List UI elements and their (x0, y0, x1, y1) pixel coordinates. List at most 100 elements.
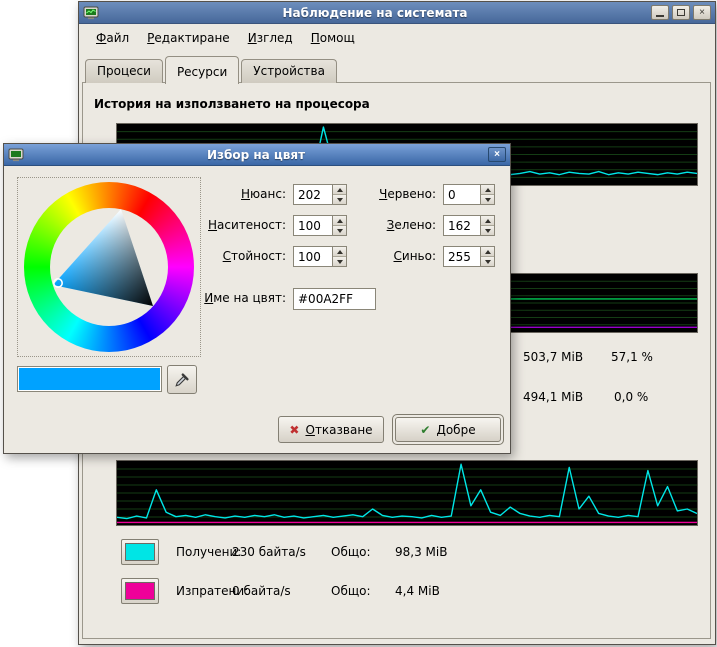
blue-spin-arrows[interactable] (480, 247, 494, 266)
dialog-titlebar[interactable]: Избор на цвят × (4, 144, 510, 166)
saturation-spinner[interactable]: 100 (293, 215, 347, 236)
spin-down-icon[interactable] (333, 226, 346, 235)
color-name-input[interactable] (293, 288, 376, 310)
spin-down-icon[interactable] (333, 195, 346, 204)
saturation-value: 100 (294, 216, 332, 235)
cancel-x-icon: ✖ (289, 424, 299, 436)
spin-up-icon[interactable] (481, 216, 494, 226)
saturation-value-triangle[interactable] (24, 182, 194, 352)
value-spin-arrows[interactable] (332, 247, 346, 266)
menu-edit[interactable]: Редактиране (138, 27, 239, 49)
tab-bar: Процеси Ресурси Устройства (85, 54, 339, 83)
tab-processes[interactable]: Процеси (85, 59, 163, 83)
received-rate: 230 байта/s (232, 539, 306, 565)
ok-button[interactable]: ✔ Добре (395, 417, 501, 442)
swap-amount: 494,1 MiB (523, 390, 583, 404)
green-spinner[interactable]: 162 (443, 215, 495, 236)
close-icon: × (699, 8, 705, 18)
dialog-icon (8, 147, 24, 163)
sent-total: 4,4 MiB (395, 578, 440, 604)
color-wheel-area[interactable] (17, 177, 201, 357)
maximize-icon (677, 9, 685, 16)
network-received-row: Получени: 230 байта/s Общо: 98,3 MiB (79, 539, 715, 565)
received-color-swatch (125, 543, 155, 561)
green-value: 162 (444, 216, 480, 235)
spin-up-icon[interactable] (333, 185, 346, 195)
minimize-button[interactable] (651, 5, 669, 20)
color-name-label: Име на цвят: (204, 288, 286, 309)
window-controls: × (651, 5, 711, 20)
close-button[interactable]: × (693, 5, 711, 20)
swap-percent: 0,0 % (614, 390, 648, 404)
saturation-label: Наситеност: (208, 215, 286, 236)
network-sent-row: Изпратени: 0 байта/s Общо: 4,4 MiB (79, 578, 715, 604)
ok-default-ring: ✔ Добре (392, 414, 504, 445)
sent-color-swatch (125, 582, 155, 600)
green-spin-arrows[interactable] (480, 216, 494, 235)
received-total: 98,3 MiB (395, 539, 447, 565)
memory-percent: 57,1 % (611, 350, 653, 364)
minimize-icon (656, 15, 664, 17)
cancel-button[interactable]: ✖ Отказване (278, 416, 384, 443)
maximize-button[interactable] (672, 5, 690, 20)
tab-devices-label: Устройства (253, 64, 325, 78)
menu-view[interactable]: Изглед (239, 27, 302, 49)
dialog-close-button[interactable]: × (488, 147, 506, 162)
received-total-label: Общо: (331, 539, 371, 565)
desktop: Наблюдение на системата × Файл Редактира… (0, 0, 717, 647)
sent-color-button[interactable] (121, 578, 159, 604)
network-history-chart (116, 460, 698, 526)
main-titlebar[interactable]: Наблюдение на системата × (79, 2, 715, 24)
spin-up-icon[interactable] (333, 247, 346, 257)
tab-processes-label: Процеси (97, 64, 151, 78)
dialog-title: Избор на цвят (28, 148, 484, 162)
green-label: Зелено: (387, 215, 436, 236)
spin-down-icon[interactable] (481, 257, 494, 266)
red-label: Червено: (379, 184, 436, 205)
hue-label: Нюанс: (241, 184, 286, 205)
spin-down-icon[interactable] (333, 257, 346, 266)
dialog-close-icon: × (494, 150, 500, 160)
blue-value: 255 (444, 247, 480, 266)
tab-devices[interactable]: Устройства (241, 59, 337, 83)
red-spinner[interactable]: 0 (443, 184, 495, 205)
spin-down-icon[interactable] (481, 195, 494, 204)
cpu-history-heading: История на използването на процесора (94, 97, 370, 111)
hue-value: 202 (294, 185, 332, 204)
value-spinner[interactable]: 100 (293, 246, 347, 267)
tab-resources-label: Ресурси (177, 65, 227, 79)
color-picker-dialog: Избор на цвят × (3, 143, 511, 454)
blue-label: Синьо: (394, 246, 437, 267)
spin-up-icon[interactable] (481, 185, 494, 195)
memory-amount: 503,7 MiB (523, 350, 583, 364)
sent-total-label: Общо: (331, 578, 371, 604)
red-spin-arrows[interactable] (480, 185, 494, 204)
color-preview-swatch (19, 368, 160, 390)
hue-spin-arrows[interactable] (332, 185, 346, 204)
ok-label: Добре (436, 423, 475, 437)
spin-up-icon[interactable] (481, 247, 494, 257)
menu-bar: Файл Редактиране Изглед Помощ (80, 25, 714, 50)
system-monitor-icon (83, 5, 99, 21)
cancel-label: Отказване (305, 423, 372, 437)
eyedropper-icon (174, 372, 190, 388)
sent-rate: 0 байта/s (232, 578, 291, 604)
saturation-spin-arrows[interactable] (332, 216, 346, 235)
menu-help[interactable]: Помощ (302, 27, 364, 49)
blue-spinner[interactable]: 255 (443, 246, 495, 267)
hue-spinner[interactable]: 202 (293, 184, 347, 205)
tab-resources[interactable]: Ресурси (165, 56, 239, 84)
eyedropper-button[interactable] (167, 365, 197, 394)
value-label: Стойност: (223, 246, 286, 267)
spin-up-icon[interactable] (333, 216, 346, 226)
spin-down-icon[interactable] (481, 226, 494, 235)
dialog-controls: × (488, 147, 506, 162)
ok-check-icon: ✔ (420, 424, 430, 436)
received-color-button[interactable] (121, 539, 159, 565)
value-value: 100 (294, 247, 332, 266)
color-wheel[interactable] (24, 182, 194, 352)
color-preview (17, 366, 162, 392)
red-value: 0 (444, 185, 480, 204)
menu-file[interactable]: Файл (87, 27, 138, 49)
main-window-title: Наблюдение на системата (103, 6, 647, 20)
